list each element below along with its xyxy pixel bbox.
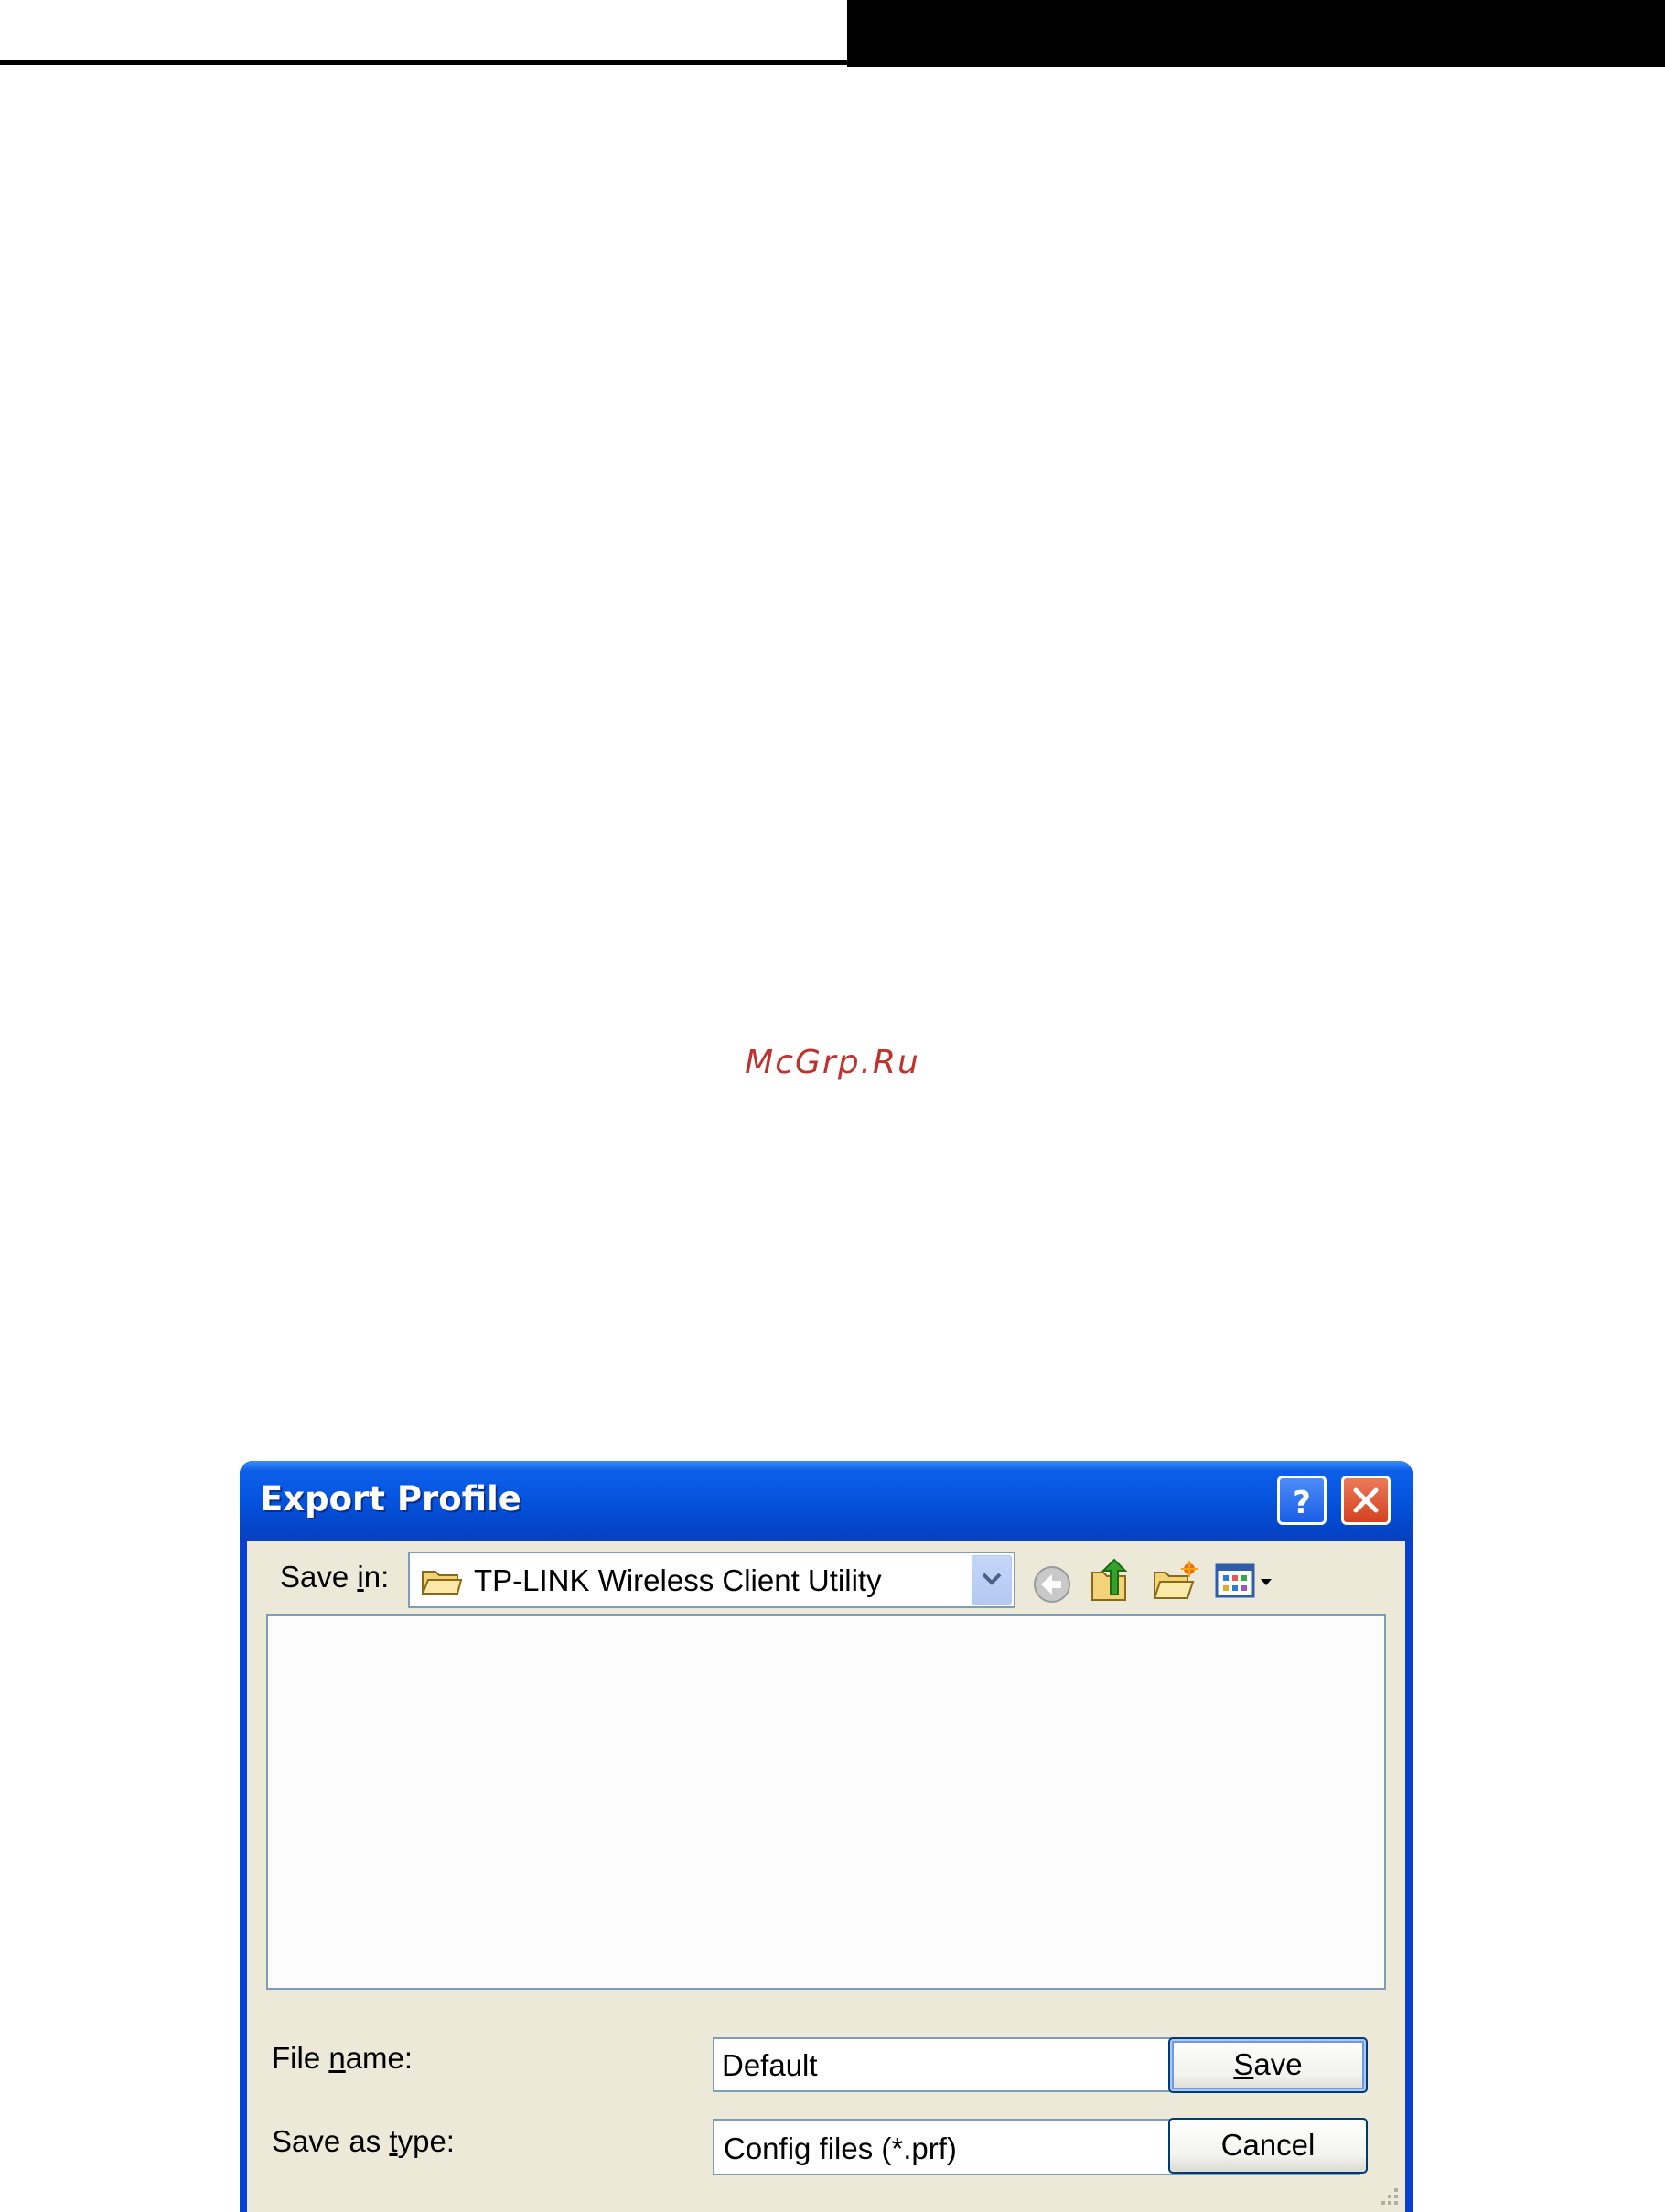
export-profile-dialog: Export Profile ? Save in: TP-LINK Wirele…	[240, 1461, 1413, 2212]
header-block	[847, 0, 1665, 67]
close-icon	[1353, 1487, 1379, 1513]
back-arrow-icon[interactable]	[1032, 1564, 1072, 1605]
folder-icon	[421, 1571, 463, 1595]
save-as-type-label: Save as type:	[272, 2124, 455, 2158]
save-in-label: Save in:	[280, 1560, 390, 1594]
svg-text:?: ?	[1293, 1485, 1311, 1521]
title-bar[interactable]: Export Profile ?	[240, 1461, 1413, 1541]
file-name-label: File name:	[272, 2041, 414, 2075]
up-folder-icon[interactable]	[1089, 1558, 1134, 1605]
new-folder-icon[interactable]	[1151, 1560, 1198, 1604]
cancel-button[interactable]: Cancel	[1168, 2118, 1368, 2174]
save-in-dropdown-arrow[interactable]	[972, 1555, 1012, 1605]
header-rule	[0, 60, 847, 65]
dialog-body: Save in: TP-LINK Wireless Client Utility	[247, 1541, 1405, 2212]
chevron-down-icon	[982, 1573, 1002, 1585]
dialog-title: Export Profile	[260, 1479, 521, 1519]
save-in-dropdown[interactable]: TP-LINK Wireless Client Utility	[408, 1552, 1015, 1608]
save-button-accel: S	[1233, 2047, 1254, 2081]
file-list-view[interactable]	[266, 1614, 1386, 1990]
save-as-type-value: Config files (*.prf)	[724, 2131, 957, 2165]
save-button[interactable]: Save	[1168, 2037, 1368, 2093]
close-button[interactable]	[1341, 1476, 1391, 1525]
cancel-button-label: Cancel	[1220, 2128, 1316, 2162]
save-in-value: TP-LINK Wireless Client Utility	[474, 1563, 882, 1597]
views-menu-icon[interactable]	[1215, 1562, 1281, 1602]
help-button[interactable]: ?	[1277, 1476, 1327, 1525]
file-name-value: Default	[722, 2048, 818, 2082]
save-button-label: ave	[1253, 2047, 1303, 2081]
resize-grip-icon[interactable]	[1374, 2181, 1402, 2208]
help-icon: ?	[1293, 1485, 1311, 1521]
watermark: McGrp.Ru	[745, 1044, 920, 1081]
